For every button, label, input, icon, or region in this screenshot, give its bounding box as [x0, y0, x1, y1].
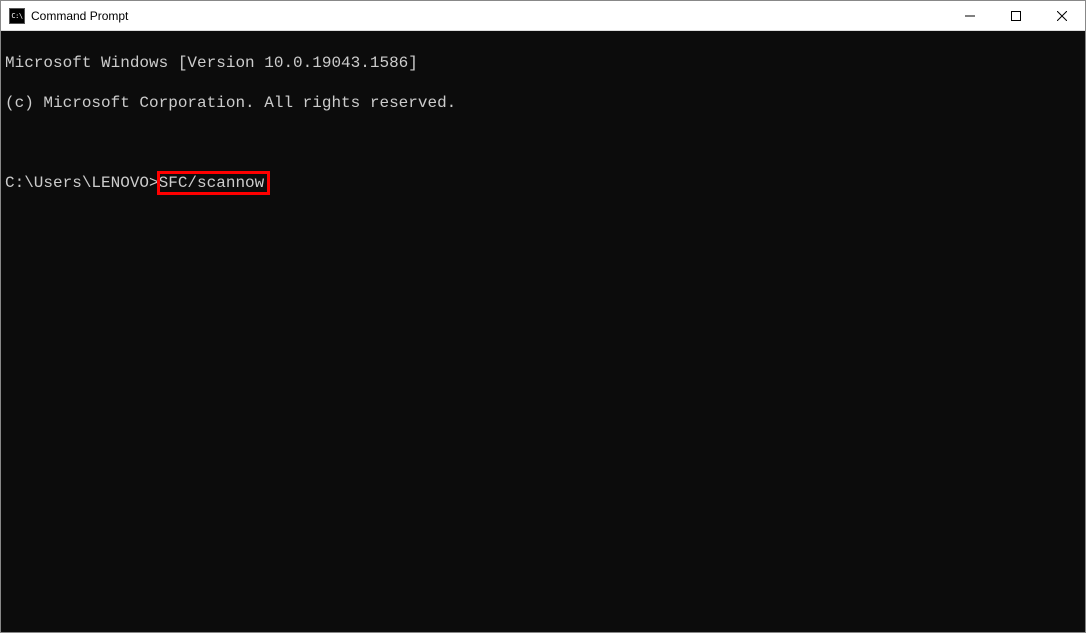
maximize-icon [1011, 11, 1021, 21]
terminal-output[interactable]: Microsoft Windows [Version 10.0.19043.15… [1, 31, 1085, 632]
titlebar[interactable]: C:\ Command Prompt [1, 1, 1085, 31]
window-title: Command Prompt [31, 9, 947, 23]
command-prompt-window: C:\ Command Prompt Microsoft Windows [Ve… [0, 0, 1086, 633]
maximize-button[interactable] [993, 1, 1039, 30]
blank-line [5, 133, 1085, 153]
prompt-text: C:\Users\LENOVO> [5, 174, 159, 192]
close-button[interactable] [1039, 1, 1085, 30]
minimize-icon [965, 11, 975, 21]
window-controls [947, 1, 1085, 30]
minimize-button[interactable] [947, 1, 993, 30]
command-text: SFC/scannow [159, 174, 265, 192]
cmd-icon: C:\ [9, 8, 25, 24]
copyright-line: (c) Microsoft Corporation. All rights re… [5, 93, 1085, 113]
prompt-line: C:\Users\LENOVO>SFC/scannow [5, 173, 1085, 193]
version-line: Microsoft Windows [Version 10.0.19043.15… [5, 53, 1085, 73]
close-icon [1057, 11, 1067, 21]
highlighted-command: SFC/scannow [159, 173, 269, 193]
